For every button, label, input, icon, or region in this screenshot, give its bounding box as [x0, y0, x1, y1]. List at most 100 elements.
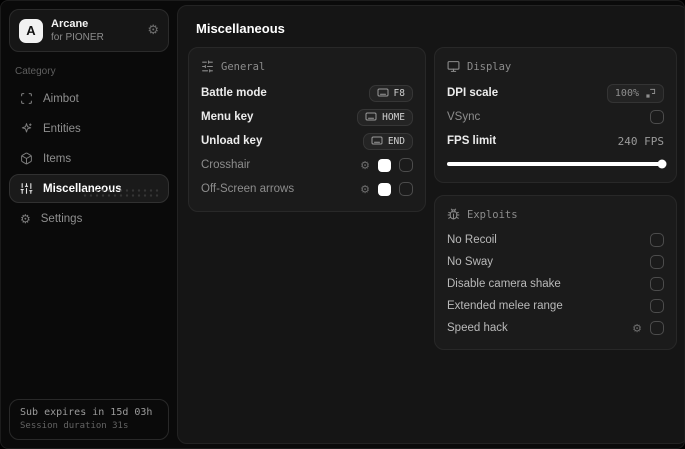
sidebar-item-settings[interactable]: ⚙ Settings [9, 204, 169, 234]
sidebar: A Arcane for PIONER ⚙ Category Aimbot En… [1, 1, 177, 448]
main-panel: Miscellaneous General Battle mode F8 Men… [177, 5, 684, 444]
setting-label: No Recoil [447, 234, 497, 246]
bug-icon [447, 208, 460, 221]
menu-key-keybind-button[interactable]: HOME [357, 108, 413, 126]
crosshair-settings-icon[interactable]: ⚙ [360, 159, 370, 172]
crosshair-controls: ⚙ [360, 158, 413, 172]
speed-hack-checkbox[interactable] [650, 321, 664, 335]
sidebar-item-label: Settings [40, 213, 83, 226]
fps-slider-thumb[interactable] [657, 159, 667, 169]
setting-row-battle-mode: Battle mode F8 [201, 81, 413, 105]
fps-limit-value: 240 FPS [617, 134, 664, 148]
sidebar-item-miscellaneous[interactable]: Miscellaneous [9, 174, 169, 204]
setting-row-no-recoil: No Recoil [447, 229, 664, 251]
exploits-card: Exploits No Recoil No Sway Disable camer… [434, 195, 677, 350]
sliders-icon [20, 182, 33, 195]
extended-melee-range-checkbox[interactable] [650, 299, 664, 313]
app-subtitle: for PIONER [51, 32, 104, 44]
sliders-horizontal-icon [201, 60, 214, 73]
setting-row-vsync: VSync [447, 105, 664, 129]
sidebar-item-items[interactable]: Items [9, 144, 169, 173]
setting-row-speed-hack: Speed hack ⚙ [447, 317, 664, 339]
exploits-card-header: Exploits [447, 208, 664, 221]
keybind-value: F8 [393, 87, 405, 99]
crosshair-color-swatch[interactable] [378, 158, 391, 172]
display-card-title: Display [467, 60, 512, 73]
speed-hack-settings-icon[interactable]: ⚙ [632, 322, 642, 335]
fps-slider-fill [447, 162, 662, 166]
sparkles-icon [20, 122, 33, 135]
setting-row-extended-melee-range: Extended melee range [447, 295, 664, 317]
dpi-scale-value: 100% [614, 87, 639, 99]
scaling-icon [645, 88, 656, 99]
setting-row-no-sway: No Sway [447, 251, 664, 273]
subscription-info-box: Sub expires in 15d 03h Session duration … [9, 399, 169, 440]
content-area: General Battle mode F8 Menu key HOME Unl… [178, 47, 684, 350]
setting-row-disable-camera-shake: Disable camera shake [447, 273, 664, 295]
vsync-checkbox[interactable] [650, 110, 664, 124]
dpi-scale-select[interactable]: 100% [606, 83, 664, 103]
setting-row-fps-limit: FPS limit 240 FPS [447, 129, 664, 153]
app-name: Arcane [51, 18, 89, 30]
general-card-header: General [201, 60, 413, 73]
keybind-value: HOME [382, 111, 405, 123]
sub-expires-text: Sub expires in 15d 03h [20, 407, 153, 418]
session-duration-text: Session duration 31s [20, 421, 129, 431]
setting-row-dpi-scale: DPI scale 100% [447, 81, 664, 105]
setting-label: No Sway [447, 256, 494, 268]
keyboard-icon [371, 136, 383, 146]
setting-label: Menu key [201, 111, 254, 123]
setting-label: Speed hack [447, 322, 508, 334]
crosshair-checkbox[interactable] [399, 158, 413, 172]
app-logo: A [19, 18, 43, 43]
category-label: Category [15, 66, 56, 78]
offscreen-arrows-settings-icon[interactable]: ⚙ [360, 183, 370, 196]
general-card-title: General [221, 60, 266, 73]
setting-row-menu-key: Menu key HOME [201, 105, 413, 129]
header-settings-icon[interactable]: ⚙ [147, 23, 159, 38]
offscreen-arrows-checkbox[interactable] [399, 182, 413, 196]
right-column: Display DPI scale 100% VSync FPS limit 2… [434, 47, 677, 350]
setting-row-crosshair: Crosshair ⚙ [201, 153, 413, 177]
gear-icon: ⚙ [20, 212, 31, 227]
unload-key-keybind-button[interactable]: END [362, 132, 413, 150]
sidebar-item-label: Aimbot [43, 92, 79, 105]
sidebar-item-aimbot[interactable]: Aimbot [9, 84, 169, 113]
app-window: A Arcane for PIONER ⚙ Category Aimbot En… [0, 0, 685, 449]
fps-limit-slider[interactable] [447, 159, 667, 169]
keyboard-icon [377, 88, 389, 98]
no-sway-checkbox[interactable] [650, 255, 664, 269]
app-meta: Arcane for PIONER [51, 17, 139, 44]
app-header-card: A Arcane for PIONER ⚙ [9, 9, 169, 53]
setting-row-offscreen-arrows: Off-Screen arrows ⚙ [201, 177, 413, 201]
offscreen-arrows-controls: ⚙ [360, 182, 413, 196]
setting-label: Battle mode [201, 87, 267, 99]
setting-label: Disable camera shake [447, 278, 561, 290]
keyboard-icon [365, 112, 377, 122]
no-recoil-checkbox[interactable] [650, 233, 664, 247]
scan-icon [20, 92, 33, 105]
setting-label: VSync [447, 111, 481, 123]
setting-label: Off-Screen arrows [201, 183, 295, 195]
display-card: Display DPI scale 100% VSync FPS limit 2… [434, 47, 677, 183]
sidebar-item-label: Miscellaneous [43, 182, 122, 195]
battle-mode-keybind-button[interactable]: F8 [368, 84, 413, 102]
setting-label: FPS limit [447, 135, 497, 147]
setting-label: DPI scale [447, 87, 499, 99]
disable-camera-shake-checkbox[interactable] [650, 277, 664, 291]
exploits-card-title: Exploits [467, 208, 518, 221]
setting-row-unload-key: Unload key END [201, 129, 413, 153]
sidebar-item-entities[interactable]: Entities [9, 114, 169, 143]
setting-label: Unload key [201, 135, 263, 147]
page-title: Miscellaneous [196, 21, 285, 36]
sidebar-item-label: Items [43, 152, 72, 165]
display-card-header: Display [447, 60, 664, 73]
general-card: General Battle mode F8 Menu key HOME Unl… [188, 47, 426, 212]
sidebar-item-label: Entities [43, 122, 81, 135]
keybind-value: END [387, 135, 405, 147]
setting-label: Extended melee range [447, 300, 563, 312]
package-icon [20, 152, 33, 165]
offscreen-arrows-color-swatch[interactable] [378, 182, 391, 196]
speed-hack-controls: ⚙ [632, 321, 664, 335]
setting-label: Crosshair [201, 159, 251, 171]
